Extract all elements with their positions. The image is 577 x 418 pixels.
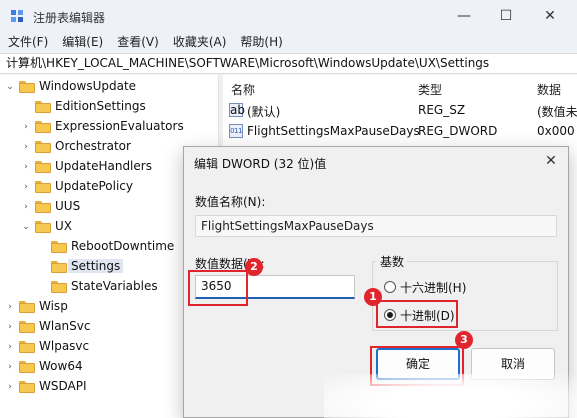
row-type: REG_DWORD bbox=[418, 124, 498, 138]
blurred-overlay bbox=[324, 374, 577, 418]
column-header-name[interactable]: 名称 bbox=[231, 81, 255, 98]
folder-icon bbox=[35, 201, 51, 213]
folder-icon bbox=[19, 81, 35, 93]
base-label: 基数 bbox=[377, 253, 408, 270]
folder-icon bbox=[35, 161, 51, 173]
tree-item-label: Orchestrator bbox=[55, 139, 131, 153]
chevron-right-icon[interactable]: › bbox=[21, 182, 31, 192]
menu-help[interactable]: 帮助(H) bbox=[240, 32, 282, 52]
folder-icon bbox=[19, 361, 35, 373]
folder-icon bbox=[35, 121, 51, 133]
chevron-right-icon[interactable]: › bbox=[21, 202, 31, 212]
folder-icon bbox=[19, 341, 35, 353]
annotation-badge-3: 3 bbox=[455, 331, 473, 349]
tree-item-label: UpdatePolicy bbox=[55, 179, 133, 193]
annotation-badge-2: 2 bbox=[245, 258, 263, 276]
column-header-data[interactable]: 数据 bbox=[537, 81, 561, 98]
menu-favorites[interactable]: 收藏夹(A) bbox=[173, 32, 227, 52]
radio-unchecked-icon[interactable] bbox=[384, 281, 396, 293]
dialog-title: 编辑 DWORD (32 位)值 bbox=[194, 157, 327, 171]
tree-item-windowsupdate[interactable]: ⌄ WindowsUpdate bbox=[0, 77, 218, 97]
annotation-box-value bbox=[188, 270, 248, 306]
maximize-icon: ☐ bbox=[499, 8, 513, 24]
tree-item-label: WindowsUpdate bbox=[39, 79, 137, 93]
regedit-icon bbox=[11, 10, 23, 22]
row-name: (默认) bbox=[247, 105, 281, 119]
tree-item-label: EditionSettings bbox=[55, 99, 146, 113]
tree-item-label: ExpressionEvaluators bbox=[55, 119, 184, 133]
chevron-down-icon[interactable]: ⌄ bbox=[5, 82, 15, 92]
folder-icon bbox=[51, 261, 67, 273]
tree-item-label: WlanSvc bbox=[39, 319, 91, 333]
menu-edit[interactable]: 编辑(E) bbox=[62, 32, 103, 52]
menu-file[interactable]: 文件(F) bbox=[8, 32, 48, 52]
close-icon: ✕ bbox=[545, 153, 557, 169]
row-data: (数值未 bbox=[537, 105, 577, 119]
folder-icon bbox=[51, 281, 67, 293]
tree-item-label: Wisp bbox=[39, 299, 68, 313]
chevron-down-icon[interactable]: ⌄ bbox=[21, 222, 31, 232]
radio-hex-label: 十六进制(H) bbox=[400, 280, 467, 295]
menu-bar: 文件(F) 编辑(E) 查看(V) 收藏夹(A) 帮助(H) bbox=[0, 32, 577, 52]
value-name-field: FlightSettingsMaxPauseDays bbox=[195, 215, 557, 237]
tree-item-editionsettings[interactable]: EditionSettings bbox=[0, 97, 218, 117]
tree-item-label: UpdateHandlers bbox=[55, 159, 152, 173]
chevron-right-icon[interactable]: › bbox=[21, 142, 31, 152]
tree-item-label: UX bbox=[55, 219, 73, 233]
folder-icon bbox=[19, 381, 35, 393]
address-bar[interactable]: 计算机\HKEY_LOCAL_MACHINE\SOFTWARE\Microsof… bbox=[0, 53, 577, 74]
folder-icon bbox=[35, 141, 51, 153]
tree-item-label: RebootDowntime bbox=[71, 239, 175, 253]
radio-hexadecimal[interactable]: 十六进制(H) bbox=[384, 278, 466, 296]
tree-item-label: WSDAPI bbox=[39, 379, 87, 393]
window-title: 注册表编辑器 bbox=[33, 11, 106, 25]
binary-value-icon: 011 bbox=[229, 124, 243, 138]
chevron-right-icon[interactable]: › bbox=[5, 382, 15, 392]
title-bar: 注册表编辑器 — ☐ ✕ bbox=[0, 0, 577, 32]
annotation-box-decimal bbox=[376, 300, 458, 328]
close-button[interactable]: ✕ bbox=[530, 5, 570, 27]
row-type: REG_SZ bbox=[418, 103, 466, 117]
folder-icon bbox=[35, 101, 51, 113]
chevron-right-icon[interactable]: › bbox=[21, 122, 31, 132]
string-value-icon: ab bbox=[229, 103, 245, 117]
menu-view[interactable]: 查看(V) bbox=[117, 32, 159, 52]
folder-icon bbox=[35, 221, 51, 233]
row-data: 0x000 bbox=[537, 124, 575, 138]
table-row[interactable]: ab (默认) REG_SZ (数值未 bbox=[223, 100, 577, 120]
folder-icon bbox=[51, 241, 67, 253]
tree-item-label: Wow64 bbox=[39, 359, 83, 373]
tree-item-label: UUS bbox=[55, 199, 81, 213]
chevron-right-icon[interactable]: › bbox=[21, 162, 31, 172]
minimize-button[interactable]: — bbox=[444, 5, 484, 27]
tree-item-label: Wlpasvc bbox=[39, 339, 90, 353]
tree-item-expressionevaluators[interactable]: › ExpressionEvaluators bbox=[0, 117, 218, 137]
value-name-label: 数值名称(N): bbox=[195, 195, 266, 209]
chevron-right-icon[interactable]: › bbox=[5, 322, 15, 332]
close-icon: ✕ bbox=[544, 8, 556, 24]
column-header-type[interactable]: 类型 bbox=[418, 81, 442, 98]
chevron-right-icon[interactable]: › bbox=[5, 302, 15, 312]
folder-icon bbox=[19, 321, 35, 333]
chevron-right-icon[interactable]: › bbox=[5, 342, 15, 352]
table-row[interactable]: 011 FlightSettingsMaxPauseDays REG_DWORD… bbox=[223, 121, 577, 141]
chevron-right-icon[interactable]: › bbox=[5, 362, 15, 372]
folder-icon bbox=[35, 181, 51, 193]
minimize-icon: — bbox=[457, 8, 471, 24]
folder-icon bbox=[19, 301, 35, 313]
maximize-button[interactable]: ☐ bbox=[486, 5, 526, 27]
tree-item-label: StateVariables bbox=[71, 279, 158, 293]
annotation-badge-1: 1 bbox=[364, 288, 382, 306]
row-name: FlightSettingsMaxPauseDays bbox=[247, 124, 420, 138]
tree-item-label: Settings bbox=[68, 259, 124, 273]
dialog-close-button[interactable]: ✕ bbox=[540, 151, 562, 171]
